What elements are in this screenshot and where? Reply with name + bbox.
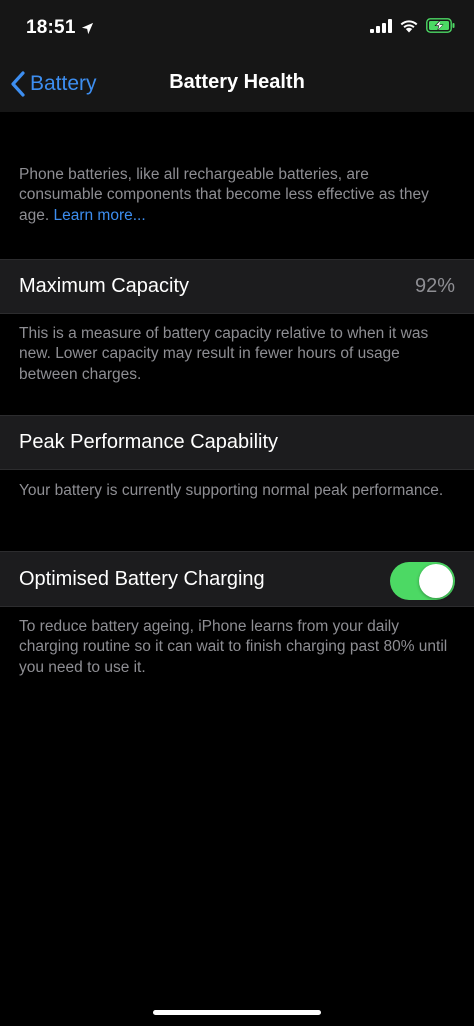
peak-performance-label: Peak Performance Capability: [19, 431, 279, 453]
optimised-charging-toggle[interactable]: [390, 562, 455, 600]
maximum-capacity-row: Maximum Capacity 92%: [0, 259, 474, 314]
cellular-signal-icon: [370, 18, 392, 33]
wifi-icon: [400, 20, 418, 33]
status-time-label: 18:51: [26, 17, 76, 38]
status-bar: 18:51: [0, 0, 474, 58]
peak-performance-row: Peak Performance Capability: [0, 415, 474, 470]
home-indicator[interactable]: [153, 1010, 321, 1015]
optimised-charging-label: Optimised Battery Charging: [19, 568, 265, 590]
maximum-capacity-value: 92%: [414, 275, 455, 297]
optimised-charging-row: Optimised Battery Charging: [0, 551, 474, 607]
learn-more-link[interactable]: Learn more...: [53, 207, 145, 224]
intro-text: Phone batteries, like all rechargeable b…: [19, 165, 455, 226]
maximum-capacity-label: Maximum Capacity: [19, 275, 190, 297]
status-time: 18:51: [26, 17, 94, 39]
navigation-bar: Battery Battery Health: [0, 58, 474, 112]
peak-performance-footer: Your battery is currently supporting nor…: [19, 482, 444, 499]
location-arrow-icon: [81, 22, 93, 34]
page-title: Battery Health: [169, 71, 305, 93]
maximum-capacity-footer: This is a measure of battery capacity re…: [19, 325, 429, 383]
battery-charging-icon: [426, 18, 455, 33]
status-icons: [370, 18, 456, 33]
optimised-charging-footer: To reduce battery ageing, iPhone learns …: [19, 618, 448, 676]
toggle-knob: [419, 564, 453, 598]
